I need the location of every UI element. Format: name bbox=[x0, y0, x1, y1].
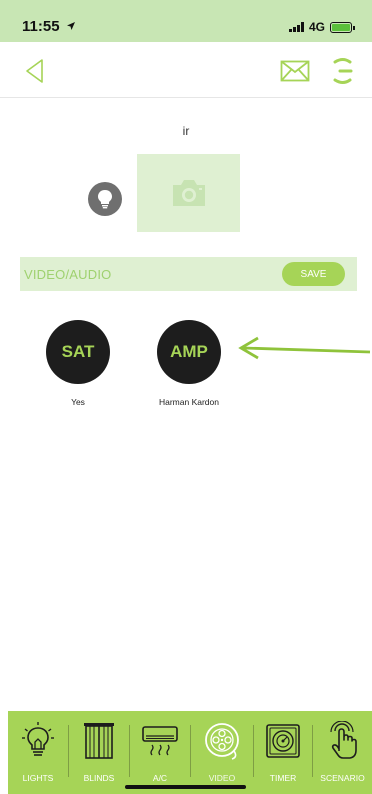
timer-icon bbox=[266, 724, 300, 758]
tab-video[interactable]: VIDEO bbox=[191, 711, 253, 794]
section-title: VIDEO/AUDIO bbox=[24, 267, 112, 282]
section-bar: VIDEO/AUDIO SAVE bbox=[20, 257, 357, 291]
device-photo-placeholder[interactable] bbox=[137, 154, 240, 232]
tab-scenario[interactable]: SCENARIO bbox=[313, 711, 372, 794]
bulb-button[interactable] bbox=[88, 182, 122, 216]
annotation-arrow bbox=[238, 336, 371, 360]
mail-button[interactable] bbox=[280, 60, 310, 82]
blinds-icon bbox=[84, 723, 114, 759]
device-amp[interactable]: AMP Harman Kardon bbox=[134, 320, 244, 407]
network-label: 4G bbox=[308, 20, 325, 34]
status-indicators: 4G bbox=[288, 20, 355, 34]
tab-ac[interactable]: A/C bbox=[130, 711, 190, 794]
tab-label: BLINDS bbox=[83, 773, 115, 783]
battery-icon bbox=[330, 21, 355, 33]
signal-icon bbox=[288, 22, 304, 32]
location-arrow-icon bbox=[66, 22, 75, 30]
device-label: Yes bbox=[71, 397, 85, 407]
back-chevron-icon bbox=[26, 59, 43, 83]
device-circle: SAT bbox=[46, 320, 110, 384]
mail-icon bbox=[280, 60, 310, 82]
tab-timer[interactable]: TIMER bbox=[254, 711, 312, 794]
touch-icon bbox=[329, 721, 357, 759]
tab-label: SCENARIO bbox=[320, 773, 365, 783]
device-name: ir bbox=[182, 124, 190, 138]
ac-icon bbox=[142, 726, 178, 756]
film-reel-icon bbox=[205, 723, 239, 760]
bulb-icon bbox=[22, 722, 54, 756]
tab-bar: LIGHTS BLINDS A/C VIDEO TIMER SCENARIO bbox=[8, 711, 372, 794]
tab-label: TIMER bbox=[269, 773, 297, 783]
device-sat[interactable]: SAT Yes bbox=[23, 320, 133, 407]
status-bar: 11:55 4G bbox=[0, 0, 372, 42]
tab-blinds[interactable]: BLINDS bbox=[69, 711, 129, 794]
camera-icon bbox=[172, 180, 205, 206]
menu-button[interactable] bbox=[330, 56, 356, 86]
back-button[interactable] bbox=[22, 58, 48, 84]
nav-header bbox=[0, 42, 372, 98]
tab-label: A/C bbox=[152, 773, 168, 783]
menu-icon bbox=[333, 58, 353, 84]
tab-label: VIDEO bbox=[208, 773, 236, 783]
home-indicator bbox=[125, 785, 246, 789]
tab-label: LIGHTS bbox=[22, 773, 54, 783]
bulb-icon bbox=[98, 190, 112, 209]
status-time-text: 11:55 bbox=[22, 18, 60, 35]
status-time: 11:55 bbox=[22, 18, 76, 35]
save-button[interactable]: SAVE bbox=[282, 262, 345, 286]
tab-lights[interactable]: LIGHTS bbox=[8, 711, 68, 794]
device-label: Harman Kardon bbox=[158, 397, 219, 407]
device-circle: AMP bbox=[157, 320, 221, 384]
